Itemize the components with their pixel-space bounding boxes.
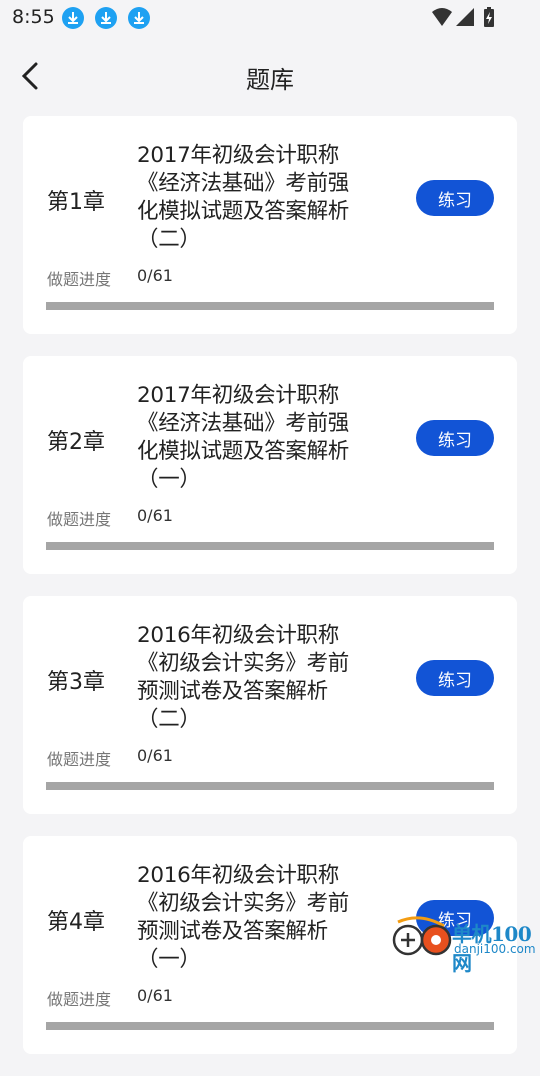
battery-charging-icon bbox=[484, 7, 494, 27]
title-line: 《经济法基础》考前强 bbox=[137, 411, 350, 436]
progress-bar bbox=[46, 782, 494, 790]
title-line: （二） bbox=[137, 227, 201, 252]
title-line: 化模拟试题及答案解析 bbox=[137, 199, 350, 224]
title-line: 2017年初级会计职称 bbox=[137, 383, 339, 408]
chapter-label: 第4章 bbox=[47, 910, 105, 935]
chapter-label: 第2章 bbox=[47, 430, 105, 455]
card-title: 2017年初级会计职称 《经济法基础》考前强 化模拟试题及答案解析 （一） bbox=[137, 382, 387, 494]
title-line: 《初级会计实务》考前 bbox=[137, 891, 350, 916]
progress-label: 做题进度 bbox=[47, 990, 112, 1009]
watermark-logo-icon bbox=[392, 916, 452, 956]
title-line: （一） bbox=[137, 947, 201, 972]
title-line: 2017年初级会计职称 bbox=[137, 143, 339, 168]
practice-button[interactable]: 练习 bbox=[416, 660, 494, 696]
download-icon bbox=[95, 7, 117, 29]
progress-value: 0/61 bbox=[137, 986, 173, 1005]
card-title: 2016年初级会计职称 《初级会计实务》考前 预测试卷及答案解析 （一） bbox=[137, 862, 387, 974]
card-title: 2017年初级会计职称 《经济法基础》考前强 化模拟试题及答案解析 （二） bbox=[137, 142, 387, 254]
progress-bar bbox=[46, 302, 494, 310]
progress-value: 0/61 bbox=[137, 266, 173, 285]
title-line: （一） bbox=[137, 467, 201, 492]
progress-value: 0/61 bbox=[137, 506, 173, 525]
chapter-label: 第1章 bbox=[47, 190, 105, 215]
system-icons bbox=[430, 6, 500, 30]
status-bar: 8:55 bbox=[0, 0, 540, 38]
chapter-card[interactable]: 第3章 2016年初级会计职称 《初级会计实务》考前 预测试卷及答案解析 （二）… bbox=[23, 596, 517, 814]
signal-icon bbox=[456, 8, 474, 26]
practice-button[interactable]: 练习 bbox=[416, 420, 494, 456]
practice-button[interactable]: 练习 bbox=[416, 180, 494, 216]
app-header: 题库 bbox=[0, 40, 540, 112]
title-line: 化模拟试题及答案解析 bbox=[137, 439, 350, 464]
progress-label: 做题进度 bbox=[47, 510, 112, 529]
title-line: 2016年初级会计职称 bbox=[137, 623, 339, 648]
title-line: 预测试卷及答案解析 bbox=[137, 919, 328, 944]
title-line: （二） bbox=[137, 707, 201, 732]
progress-bar bbox=[46, 542, 494, 550]
chapter-card[interactable]: 第1章 2017年初级会计职称 《经济法基础》考前强 化模拟试题及答案解析 （二… bbox=[23, 116, 517, 334]
progress-bar bbox=[46, 1022, 494, 1030]
title-line: 预测试卷及答案解析 bbox=[137, 679, 328, 704]
wifi-icon bbox=[432, 8, 452, 26]
progress-label: 做题进度 bbox=[47, 750, 112, 769]
progress-label: 做题进度 bbox=[47, 270, 112, 289]
watermark: 单机100网 danji100.com bbox=[390, 916, 540, 975]
download-icon bbox=[62, 7, 84, 29]
download-icon bbox=[128, 7, 150, 29]
card-title: 2016年初级会计职称 《初级会计实务》考前 预测试卷及答案解析 （二） bbox=[137, 622, 387, 734]
watermark-url: danji100.com bbox=[454, 942, 536, 956]
title-line: 《经济法基础》考前强 bbox=[137, 171, 350, 196]
progress-value: 0/61 bbox=[137, 746, 173, 765]
page-title: 题库 bbox=[246, 66, 294, 94]
chapter-card[interactable]: 第2章 2017年初级会计职称 《经济法基础》考前强 化模拟试题及答案解析 （一… bbox=[23, 356, 517, 574]
title-line: 《初级会计实务》考前 bbox=[137, 651, 350, 676]
title-line: 2016年初级会计职称 bbox=[137, 863, 339, 888]
status-time: 8:55 bbox=[12, 6, 55, 28]
chapter-label: 第3章 bbox=[47, 670, 105, 695]
